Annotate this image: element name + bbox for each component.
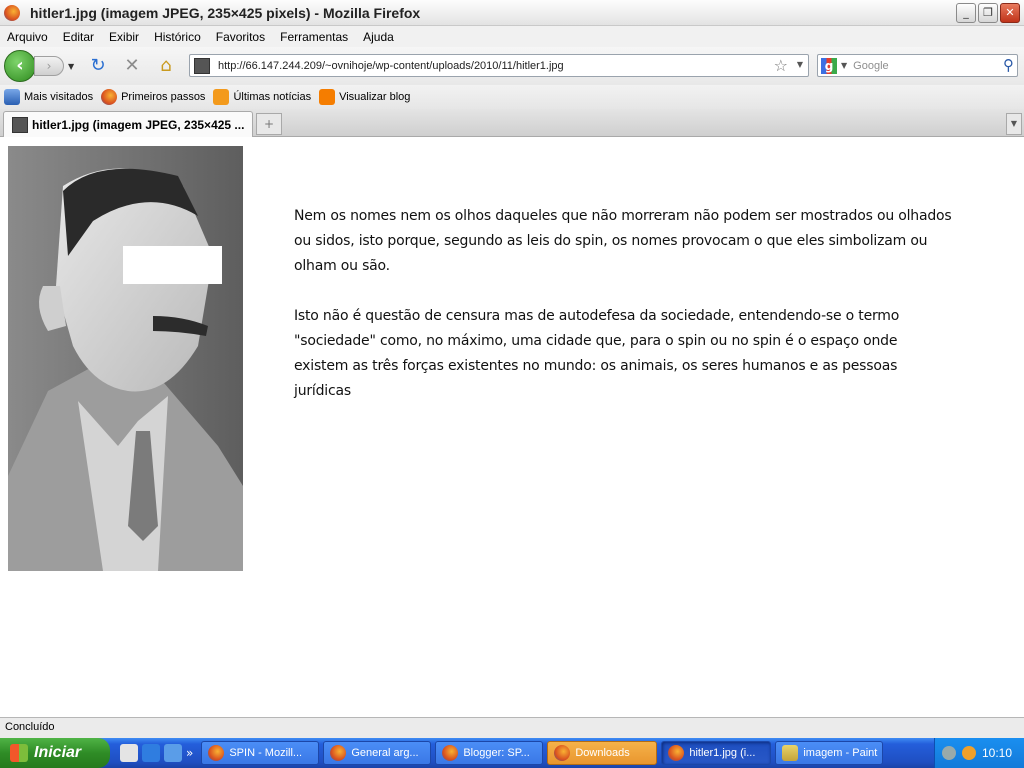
menu-ajuda[interactable]: Ajuda bbox=[363, 30, 394, 44]
menu-editar[interactable]: Editar bbox=[63, 30, 94, 44]
firefox-icon bbox=[330, 745, 347, 761]
google-icon[interactable]: g bbox=[821, 57, 837, 74]
minimize-button[interactable]: _ bbox=[956, 3, 976, 23]
task-spin[interactable]: SPIN - Mozill... bbox=[201, 741, 320, 765]
page-content: Nem os nomes nem os olhos daqueles que n… bbox=[0, 138, 1024, 717]
bookmark-mais-visitados[interactable]: Mais visitados bbox=[4, 89, 93, 105]
search-input[interactable]: Google bbox=[853, 60, 888, 72]
history-dropdown-icon[interactable]: ▼ bbox=[68, 62, 74, 71]
quick-launch: » bbox=[120, 744, 193, 762]
system-tray: 10:10 bbox=[934, 738, 1024, 768]
firefox-icon bbox=[208, 745, 225, 761]
task-general-arg[interactable]: General arg... bbox=[323, 741, 432, 765]
search-icon[interactable]: ⚲ bbox=[1003, 56, 1014, 74]
more-quicklaunch-icon[interactable]: » bbox=[186, 746, 193, 760]
tab-favicon bbox=[12, 116, 28, 133]
windows-logo-icon bbox=[10, 744, 28, 762]
network-icon[interactable] bbox=[941, 746, 956, 760]
paint-icon bbox=[782, 745, 799, 761]
windows-taskbar: Iniciar » SPIN - Mozill... General arg..… bbox=[0, 738, 1024, 768]
paragraph-1: Nem os nomes nem os olhos daqueles que n… bbox=[294, 208, 952, 274]
rss-icon bbox=[213, 89, 230, 105]
search-bar[interactable]: g ▼ Google ⚲ bbox=[817, 54, 1018, 77]
new-tab-button[interactable]: + bbox=[256, 113, 282, 135]
smart-folder-icon bbox=[4, 89, 20, 105]
tab-bar: hitler1.jpg (imagem JPEG, 235×425 ... + … bbox=[0, 109, 1024, 137]
reload-icon[interactable]: ↻ bbox=[88, 56, 108, 76]
blogger-icon bbox=[319, 89, 336, 105]
url-dropdown-icon[interactable]: ▼ bbox=[797, 60, 803, 69]
bookmark-star-icon[interactable]: ☆ bbox=[774, 56, 788, 75]
menu-arquivo[interactable]: Arquivo bbox=[7, 30, 48, 44]
tray-app-icon[interactable] bbox=[961, 746, 976, 760]
menu-historico[interactable]: Histórico bbox=[154, 30, 201, 44]
restore-button[interactable]: ❐ bbox=[978, 3, 998, 23]
firefox-icon bbox=[4, 4, 20, 21]
start-button[interactable]: Iniciar bbox=[0, 738, 110, 768]
paragraph-2: Isto não é questão de censura mas de aut… bbox=[294, 308, 900, 399]
menu-exibir[interactable]: Exibir bbox=[109, 30, 139, 44]
censor-bar bbox=[123, 246, 222, 284]
stop-icon[interactable]: ✕ bbox=[122, 56, 142, 76]
article-text: Nem os nomes nem os olhos daqueles que n… bbox=[294, 204, 954, 429]
task-hitler1[interactable]: hitler1.jpg (i... bbox=[661, 741, 772, 765]
bookmark-ultimas-noticias[interactable]: Últimas notícias bbox=[213, 89, 311, 105]
title-bar: hitler1.jpg (imagem JPEG, 235×425 pixels… bbox=[0, 0, 1024, 26]
status-text: Concluído bbox=[5, 721, 55, 733]
task-downloads[interactable]: Downloads bbox=[547, 741, 658, 765]
internet-explorer-icon[interactable] bbox=[142, 744, 160, 762]
status-bar: Concluído bbox=[0, 717, 1024, 738]
portrait-image bbox=[8, 146, 243, 571]
window-title: hitler1.jpg (imagem JPEG, 235×425 pixels… bbox=[30, 4, 421, 21]
close-button[interactable]: ✕ bbox=[1000, 3, 1020, 23]
address-bar[interactable]: http://66.147.244.209/~ovnihoje/wp-conte… bbox=[189, 54, 809, 77]
task-paint[interactable]: imagem - Paint bbox=[775, 741, 884, 765]
firefox-icon bbox=[101, 89, 118, 105]
messenger-icon[interactable] bbox=[164, 744, 182, 762]
menu-ferramentas[interactable]: Ferramentas bbox=[280, 30, 348, 44]
portrait-drawing bbox=[8, 146, 243, 571]
bookmarks-toolbar: Mais visitados Primeiros passos Últimas … bbox=[0, 85, 1024, 109]
task-blogger[interactable]: Blogger: SP... bbox=[435, 741, 544, 765]
firefox-icon bbox=[554, 745, 571, 761]
tab-list-button[interactable]: ▼ bbox=[1006, 113, 1022, 135]
bookmark-visualizar-blog[interactable]: Visualizar blog bbox=[319, 89, 410, 105]
menu-bar: Arquivo Editar Exibir Histórico Favorito… bbox=[0, 26, 1024, 47]
search-engine-dropdown-icon[interactable]: ▼ bbox=[841, 61, 847, 70]
firefox-icon bbox=[442, 745, 459, 761]
tab-hitler1[interactable]: hitler1.jpg (imagem JPEG, 235×425 ... bbox=[3, 111, 253, 137]
firefox-icon bbox=[668, 745, 685, 761]
tab-label: hitler1.jpg (imagem JPEG, 235×425 ... bbox=[32, 117, 245, 132]
home-icon[interactable]: ⌂ bbox=[156, 56, 176, 76]
navigation-toolbar: ‹ › ▼ ↻ ✕ ⌂ http://66.147.244.209/~ovnih… bbox=[0, 47, 1024, 85]
forward-button[interactable]: › bbox=[34, 56, 64, 76]
back-button[interactable]: ‹ bbox=[4, 50, 36, 82]
menu-favoritos[interactable]: Favoritos bbox=[216, 30, 265, 44]
bookmark-primeiros-passos[interactable]: Primeiros passos bbox=[101, 89, 205, 105]
page-favicon bbox=[194, 57, 210, 74]
clock: 10:10 bbox=[981, 746, 1012, 760]
url-text[interactable]: http://66.147.244.209/~ovnihoje/wp-conte… bbox=[218, 60, 564, 72]
show-desktop-icon[interactable] bbox=[120, 744, 138, 762]
